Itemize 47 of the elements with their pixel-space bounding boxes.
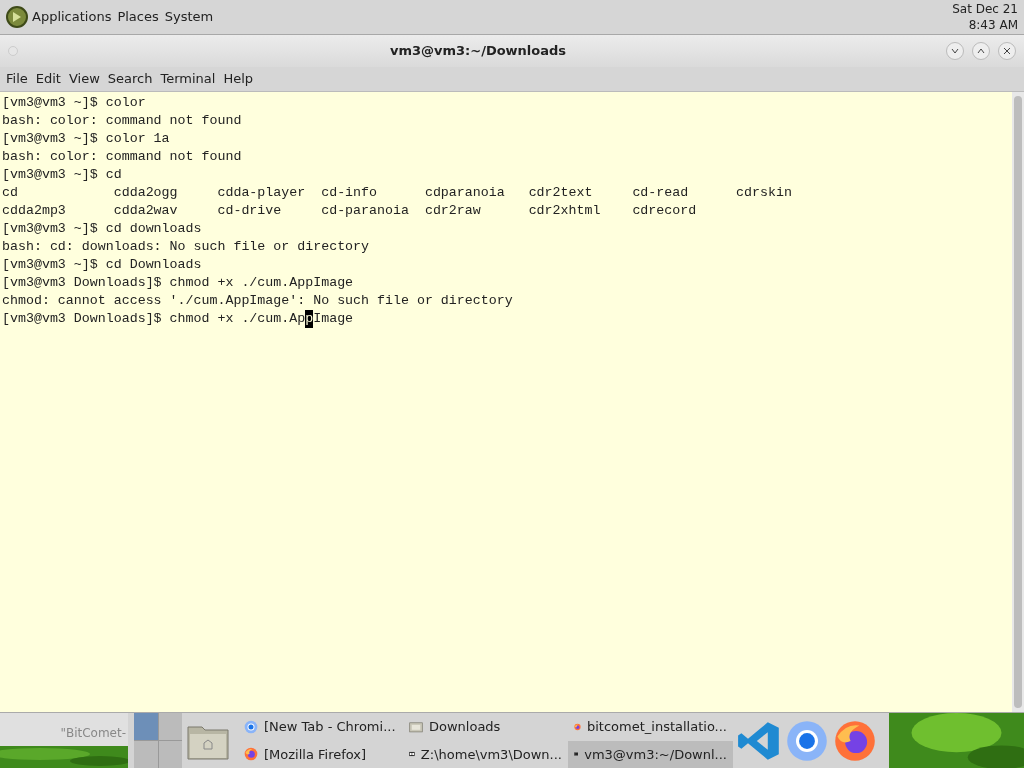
- panel-menu[interactable]: System: [164, 7, 214, 27]
- firefox-icon: [244, 747, 258, 762]
- terminal-line: [vm3@vm3 Downloads]$ chmod +x ./cum.AppImage: [2, 274, 354, 292]
- workspace-switcher[interactable]: [134, 713, 182, 768]
- terminal-line: cdda2mp3 cdda2wav cd-drive cd-paranoia cdr2raw cdr2xhtml cdrecord: [2, 202, 697, 220]
- menu-item[interactable]: Edit: [31, 69, 65, 89]
- terminal-line: [vm3@vm3 Downloads]$ chmod +x ./cum.Ap: [2, 310, 306, 328]
- task-button[interactable]: Z:\home\vm3\Down...: [403, 740, 568, 768]
- menu-item[interactable]: View: [64, 69, 104, 89]
- chromium-icon: [785, 718, 829, 763]
- terminal-line: cd cdda2ogg cdda-player cd-info cdparanoia cdr2text cd-read cdrskin: [2, 184, 792, 202]
- close-button[interactable]: [998, 42, 1016, 60]
- terminal-line: bash: color: command not found: [2, 148, 242, 166]
- chevron-down-icon: [951, 47, 959, 55]
- task-button[interactable]: [Mozilla Firefox]: [238, 740, 403, 768]
- maximize-button[interactable]: [972, 42, 990, 60]
- terminal-line: [vm3@vm3 ~]$ cd Downloads: [2, 256, 202, 274]
- folder-icon: [409, 719, 423, 734]
- terminal-line: [vm3@vm3 ~]$ cd: [2, 166, 122, 184]
- terminal-line: bash: color: command not found: [2, 112, 242, 130]
- task-button[interactable]: bitcomet_installatio...: [568, 713, 733, 741]
- menu-item[interactable]: File: [2, 69, 32, 89]
- terminal-line: [vm3@vm3 ~]$ color 1a: [2, 130, 170, 148]
- terminal-line: bash: cd: downloads: No such file or directory: [2, 238, 370, 256]
- terminal-line: [vm3@vm3 ~]$ color: [2, 94, 146, 112]
- text-cursor: p: [305, 310, 314, 328]
- menu-item[interactable]: Help: [219, 69, 258, 89]
- close-icon: [1003, 47, 1011, 55]
- panel-menu[interactable]: Places: [117, 7, 159, 27]
- scrollbar[interactable]: [1012, 92, 1024, 712]
- terminal-line: [vm3@vm3 ~]$ cd downloads: [2, 220, 202, 238]
- clock-time[interactable]: 8:43 AM: [968, 17, 1018, 33]
- task-button[interactable]: Downloads: [403, 713, 568, 741]
- task-button[interactable]: [New Tab - Chromi...: [238, 713, 403, 741]
- chromium-icon: [244, 719, 258, 734]
- menu-item[interactable]: Search: [103, 69, 157, 89]
- firefox-icon: [833, 718, 877, 763]
- terminal-line: chmod: cannot access './cum.AppImage': No such file or directory: [2, 292, 513, 310]
- menu-item[interactable]: Terminal: [156, 69, 220, 89]
- minimize-button[interactable]: [946, 42, 964, 60]
- clock-date[interactable]: Sat Dec 21: [952, 1, 1018, 17]
- panel-menu[interactable]: Applications: [32, 7, 112, 27]
- logo-icon[interactable]: [6, 6, 28, 28]
- task-button[interactable]: vm3@vm3:~/Downl...: [568, 740, 733, 768]
- terminal-line: Image: [313, 310, 354, 328]
- window-title: vm3@vm3:~/Downloads: [388, 42, 568, 61]
- chevron-up-icon: [977, 47, 985, 55]
